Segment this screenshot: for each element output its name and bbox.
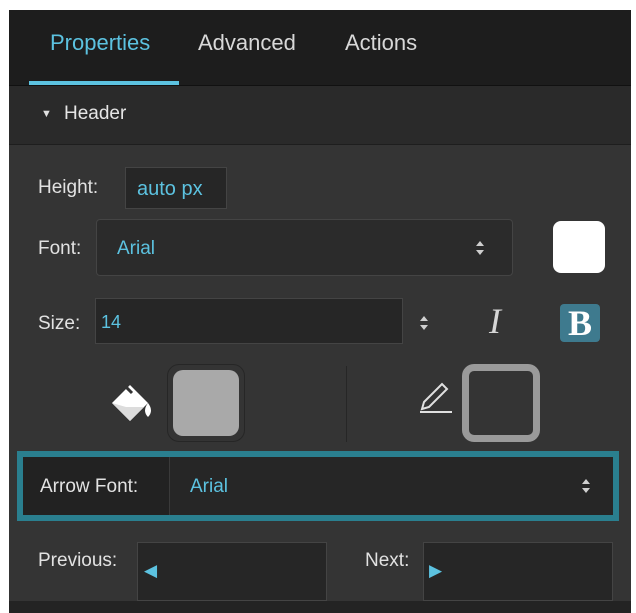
height-field[interactable]: auto px <box>125 167 227 209</box>
pencil-icon <box>420 382 452 413</box>
tab-bar: Properties Advanced Actions <box>9 10 631 86</box>
tab-advanced[interactable]: Advanced <box>198 30 296 56</box>
select-arrows-icon <box>582 479 590 493</box>
section-header-header[interactable]: ▼ Header <box>9 86 631 145</box>
height-value: auto px <box>137 178 203 200</box>
select-arrows-icon <box>476 241 484 255</box>
next-arrow-icon: ▶ <box>429 561 443 580</box>
fill-bucket-icon <box>112 381 151 421</box>
tab-actions[interactable]: Actions <box>345 30 417 56</box>
height-label: Height: <box>38 177 99 198</box>
arrow-font-select[interactable]: Arial <box>169 457 613 515</box>
next-label: Next: <box>365 550 410 571</box>
size-field[interactable]: 14 <box>95 298 403 344</box>
section-title: Header <box>64 103 127 124</box>
previous-arrow-icon: ◀ <box>144 561 158 580</box>
border-color-swatch[interactable] <box>462 364 540 442</box>
font-color-swatch[interactable] <box>553 221 605 273</box>
panel-footer <box>9 601 631 613</box>
previous-arrow-field[interactable]: ◀ <box>137 542 327 601</box>
bold-button[interactable]: B <box>560 304 600 342</box>
font-select[interactable]: Arial <box>96 219 513 276</box>
size-value: 14 <box>101 312 122 332</box>
font-value: Arial <box>117 238 156 259</box>
size-label: Size: <box>38 313 81 334</box>
arrow-font-label: Arrow Font: <box>40 476 139 497</box>
arrow-font-highlight: Arrow Font: Arial <box>17 451 619 521</box>
properties-panel: Properties Advanced Actions ▼ Header Hei… <box>9 10 631 613</box>
italic-button[interactable]: I <box>489 300 501 342</box>
font-label: Font: <box>38 238 82 259</box>
fill-color-swatch[interactable] <box>173 370 239 436</box>
previous-label: Previous: <box>38 550 118 571</box>
next-arrow-field[interactable]: ▶ <box>423 542 613 601</box>
arrow-font-value: Arial <box>190 476 229 497</box>
size-stepper-icon[interactable] <box>420 316 428 330</box>
active-tab-indicator <box>29 81 179 85</box>
tab-properties[interactable]: Properties <box>50 30 150 56</box>
divider <box>346 366 347 442</box>
disclosure-triangle-icon: ▼ <box>41 108 52 120</box>
